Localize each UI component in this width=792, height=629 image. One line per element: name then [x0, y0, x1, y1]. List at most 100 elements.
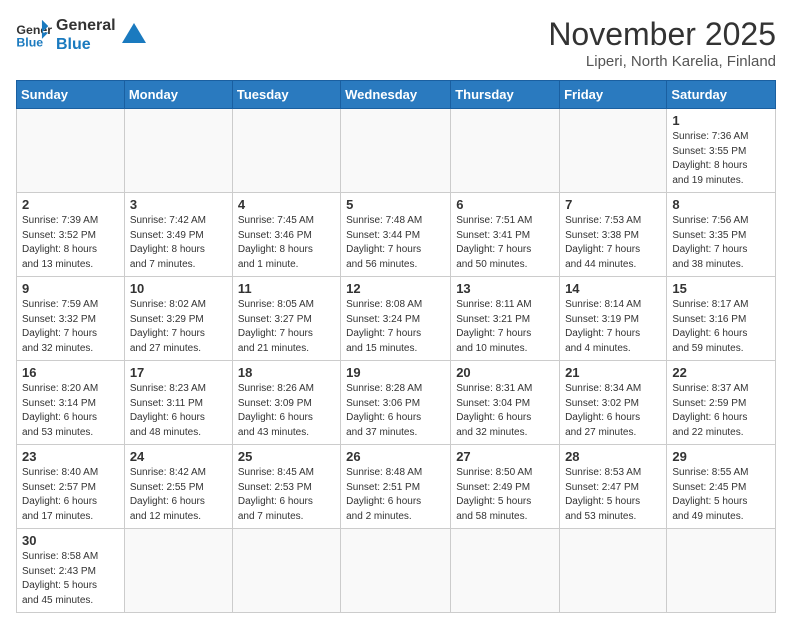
- calendar-cell: 27Sunrise: 8:50 AM Sunset: 2:49 PM Dayli…: [451, 445, 560, 529]
- day-number: 14: [565, 281, 661, 296]
- calendar-cell: 5 Sunrise: 7:48 AM Sunset: 3:44 PM Daylig…: [341, 193, 451, 277]
- calendar-cell: 2Sunrise: 7:39 AM Sunset: 3:52 PM Daylig…: [17, 193, 125, 277]
- day-number: 23: [22, 449, 119, 464]
- calendar-cell: [232, 529, 340, 613]
- calendar-week-row: 23 Sunrise: 8:40 AM Sunset: 2:57 PM Dayli…: [17, 445, 776, 529]
- calendar-week-row: 2Sunrise: 7:39 AM Sunset: 3:52 PM Daylig…: [17, 193, 776, 277]
- calendar-cell: 8Sunrise: 7:56 AM Sunset: 3:35 PM Daylig…: [667, 193, 776, 277]
- day-info: Sunrise: 8:55 AM Sunset: 2:45 PM Dayligh…: [672, 466, 770, 524]
- logo-icon: General Blue: [16, 20, 52, 50]
- calendar-week-row: 9 Sunrise: 7:59 AM Sunset: 3:32 PM Daylig…: [17, 277, 776, 361]
- day-info: Sunrise: 8:20 AM Sunset: 3:14 PM Dayligh…: [22, 382, 119, 440]
- calendar-cell: 24 Sunrise: 8:42 AM Sunset: 2:55 PM Dayli…: [124, 445, 232, 529]
- day-info: Sunrise: 8:14 AM Sunset: 3:19 PM Dayligh…: [565, 298, 661, 356]
- day-info: Sunrise: 8:42 AM Sunset: 2:55 PM Dayligh…: [130, 466, 227, 524]
- calendar-cell: 15 Sunrise: 8:17 AM Sunset: 3:16 PM Dayli…: [667, 277, 776, 361]
- day-info: Sunrise: 7:53 AM Sunset: 3:38 PM Dayligh…: [565, 214, 661, 272]
- weekday-header-friday: Friday: [560, 81, 667, 109]
- day-info: Sunrise: 8:17 AM Sunset: 3:16 PM Dayligh…: [672, 298, 770, 356]
- calendar-cell: 20 Sunrise: 8:31 AM Sunset: 3:04 PM Dayli…: [451, 361, 560, 445]
- svg-text:Blue: Blue: [16, 36, 43, 50]
- calendar-cell: [451, 109, 560, 193]
- calendar-cell: 22 Sunrise: 8:37 AM Sunset: 2:59 PM Dayli…: [667, 361, 776, 445]
- logo-triangle-icon: [120, 21, 148, 49]
- calendar-cell: 16 Sunrise: 8:20 AM Sunset: 3:14 PM Dayli…: [17, 361, 125, 445]
- calendar-cell: 10Sunrise: 8:02 AM Sunset: 3:29 PM Dayli…: [124, 277, 232, 361]
- day-number: 29: [672, 449, 770, 464]
- calendar-cell: 7 Sunrise: 7:53 AM Sunset: 3:38 PM Daylig…: [560, 193, 667, 277]
- weekday-header-monday: Monday: [124, 81, 232, 109]
- calendar-cell: [667, 529, 776, 613]
- calendar-week-row: 1 Sunrise: 7:36 AM Sunset: 3:55 PM Daylig…: [17, 109, 776, 193]
- calendar-cell: 17Sunrise: 8:23 AM Sunset: 3:11 PM Dayli…: [124, 361, 232, 445]
- calendar-cell: [451, 529, 560, 613]
- day-info: Sunrise: 8:45 AM Sunset: 2:53 PM Dayligh…: [238, 466, 335, 524]
- calendar-cell: 11 Sunrise: 8:05 AM Sunset: 3:27 PM Dayli…: [232, 277, 340, 361]
- day-number: 5: [346, 197, 445, 212]
- calendar-cell: 12Sunrise: 8:08 AM Sunset: 3:24 PM Dayli…: [341, 277, 451, 361]
- day-number: 1: [672, 113, 770, 128]
- calendar-cell: [341, 109, 451, 193]
- day-number: 15: [672, 281, 770, 296]
- calendar-cell: 29 Sunrise: 8:55 AM Sunset: 2:45 PM Dayli…: [667, 445, 776, 529]
- day-info: Sunrise: 8:48 AM Sunset: 2:51 PM Dayligh…: [346, 466, 445, 524]
- weekday-header-wednesday: Wednesday: [341, 81, 451, 109]
- location-subtitle: Liperi, North Karelia, Finland: [548, 53, 776, 70]
- calendar-header-row: SundayMondayTuesdayWednesdayThursdayFrid…: [17, 81, 776, 109]
- day-info: Sunrise: 8:34 AM Sunset: 3:02 PM Dayligh…: [565, 382, 661, 440]
- day-info: Sunrise: 8:02 AM Sunset: 3:29 PM Dayligh…: [130, 298, 227, 356]
- day-info: Sunrise: 8:23 AM Sunset: 3:11 PM Dayligh…: [130, 382, 227, 440]
- logo: General Blue General Blue: [16, 16, 148, 54]
- day-number: 6: [456, 197, 554, 212]
- weekday-header-sunday: Sunday: [17, 81, 125, 109]
- calendar-cell: 28 Sunrise: 8:53 AM Sunset: 2:47 PM Dayli…: [560, 445, 667, 529]
- day-info: Sunrise: 8:05 AM Sunset: 3:27 PM Dayligh…: [238, 298, 335, 356]
- calendar-cell: 23 Sunrise: 8:40 AM Sunset: 2:57 PM Dayli…: [17, 445, 125, 529]
- day-number: 28: [565, 449, 661, 464]
- calendar-cell: [560, 529, 667, 613]
- day-number: 22: [672, 365, 770, 380]
- calendar-cell: [341, 529, 451, 613]
- day-number: 8: [672, 197, 770, 212]
- calendar-cell: 1 Sunrise: 7:36 AM Sunset: 3:55 PM Daylig…: [667, 109, 776, 193]
- day-info: Sunrise: 7:39 AM Sunset: 3:52 PM Dayligh…: [22, 214, 119, 272]
- weekday-header-thursday: Thursday: [451, 81, 560, 109]
- calendar-cell: 4Sunrise: 7:45 AM Sunset: 3:46 PM Daylig…: [232, 193, 340, 277]
- calendar-cell: 26Sunrise: 8:48 AM Sunset: 2:51 PM Dayli…: [341, 445, 451, 529]
- day-info: Sunrise: 7:42 AM Sunset: 3:49 PM Dayligh…: [130, 214, 227, 272]
- calendar-week-row: 16 Sunrise: 8:20 AM Sunset: 3:14 PM Dayli…: [17, 361, 776, 445]
- day-number: 4: [238, 197, 335, 212]
- day-number: 16: [22, 365, 119, 380]
- day-info: Sunrise: 7:51 AM Sunset: 3:41 PM Dayligh…: [456, 214, 554, 272]
- day-info: Sunrise: 8:53 AM Sunset: 2:47 PM Dayligh…: [565, 466, 661, 524]
- day-info: Sunrise: 8:40 AM Sunset: 2:57 PM Dayligh…: [22, 466, 119, 524]
- day-info: Sunrise: 8:37 AM Sunset: 2:59 PM Dayligh…: [672, 382, 770, 440]
- calendar-cell: 25Sunrise: 8:45 AM Sunset: 2:53 PM Dayli…: [232, 445, 340, 529]
- day-number: 9: [22, 281, 119, 296]
- day-number: 13: [456, 281, 554, 296]
- calendar-cell: [124, 529, 232, 613]
- day-number: 18: [238, 365, 335, 380]
- day-info: Sunrise: 8:28 AM Sunset: 3:06 PM Dayligh…: [346, 382, 445, 440]
- day-info: Sunrise: 8:31 AM Sunset: 3:04 PM Dayligh…: [456, 382, 554, 440]
- calendar-cell: 18Sunrise: 8:26 AM Sunset: 3:09 PM Dayli…: [232, 361, 340, 445]
- logo-blue-text: Blue: [56, 35, 116, 54]
- calendar-cell: 6 Sunrise: 7:51 AM Sunset: 3:41 PM Daylig…: [451, 193, 560, 277]
- day-number: 27: [456, 449, 554, 464]
- day-info: Sunrise: 7:59 AM Sunset: 3:32 PM Dayligh…: [22, 298, 119, 356]
- day-info: Sunrise: 8:58 AM Sunset: 2:43 PM Dayligh…: [22, 550, 119, 608]
- title-area: November 2025 Liperi, North Karelia, Fin…: [548, 16, 776, 70]
- weekday-header-saturday: Saturday: [667, 81, 776, 109]
- day-info: Sunrise: 8:11 AM Sunset: 3:21 PM Dayligh…: [456, 298, 554, 356]
- calendar-cell: 21Sunrise: 8:34 AM Sunset: 3:02 PM Dayli…: [560, 361, 667, 445]
- day-number: 19: [346, 365, 445, 380]
- day-info: Sunrise: 7:48 AM Sunset: 3:44 PM Dayligh…: [346, 214, 445, 272]
- day-number: 20: [456, 365, 554, 380]
- day-info: Sunrise: 7:36 AM Sunset: 3:55 PM Dayligh…: [672, 130, 770, 188]
- weekday-header-tuesday: Tuesday: [232, 81, 340, 109]
- calendar-cell: 19 Sunrise: 8:28 AM Sunset: 3:06 PM Dayli…: [341, 361, 451, 445]
- day-number: 7: [565, 197, 661, 212]
- calendar-table: SundayMondayTuesdayWednesdayThursdayFrid…: [16, 80, 776, 613]
- day-number: 11: [238, 281, 335, 296]
- day-number: 24: [130, 449, 227, 464]
